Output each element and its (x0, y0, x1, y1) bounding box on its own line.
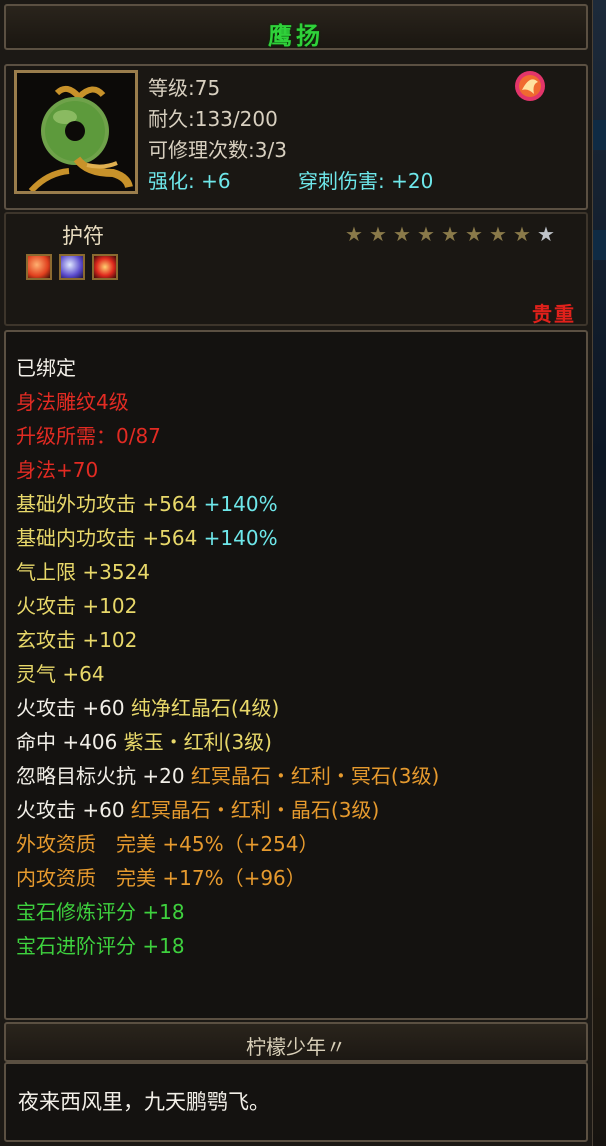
attribute-text: 纯净红晶石(4级) (130, 696, 280, 720)
attribute-text: 红冥晶石・红利・冥石(3级) (190, 764, 440, 788)
rarity-label: 贵重 (532, 302, 576, 326)
star-filled-icon: ★ (345, 222, 363, 246)
attribute-line: 宝石进阶评分 +18 (16, 930, 185, 959)
flame-emblem-icon (515, 71, 545, 101)
gem-socket-list (26, 254, 125, 280)
attribute-panel: 已绑定身法雕纹4级升级所需：0/87 身法+70 基础外功攻击 +564 +140%… (4, 330, 588, 1020)
attribute-text: 灵气 +64 (16, 662, 105, 686)
star-rating: ★ ★ ★ ★ ★ ★ ★ ★ ★ (342, 222, 558, 246)
star-filled-icon: ★ (393, 222, 411, 246)
author-name: 柠檬少年〃 (246, 1035, 346, 1059)
attribute-text: 紫玉・红利(3级) (123, 730, 272, 754)
item-info-panel: 等级:75 耐久:133/200 可修理次数:3/3 强化: +6 穿刺伤害: … (4, 64, 588, 210)
star-filled-icon: ★ (417, 222, 435, 246)
item-description: 夜来西风里，九天鹏鹗飞。 (4, 1062, 588, 1142)
star-empty-icon: ★ (537, 222, 555, 246)
star-filled-icon: ★ (489, 222, 507, 246)
attribute-text: 命中 +406 (16, 730, 124, 754)
attribute-line: 灵气 +64 (16, 658, 105, 687)
attribute-text: 红冥晶石・红利・晶石(3级) (130, 798, 380, 822)
attribute-line: 玄攻击 +102 (16, 624, 137, 653)
author-bar: 柠檬少年〃 (4, 1022, 588, 1062)
attribute-text: 外攻资质 完美 +45%（+254） (16, 832, 319, 856)
star-filled-icon: ★ (441, 222, 459, 246)
attribute-text: 气上限 +3524 (16, 560, 151, 584)
purple-gem-icon[interactable] (59, 254, 85, 280)
attribute-text: 内攻资质 完美 +17%（+96） (16, 866, 306, 890)
attribute-line: 气上限 +3524 (16, 556, 150, 585)
attribute-text: 玄攻击 +102 (16, 628, 138, 652)
attribute-line: 外攻资质 完美 +45%（+254） (16, 828, 319, 857)
pierce-damage-stat: 穿刺伤害: +20 (298, 169, 434, 193)
repair-count-stat: 可修理次数:3/3 (148, 138, 287, 162)
durability-stat: 耐久:133/200 (148, 107, 278, 131)
star-filled-icon: ★ (369, 222, 387, 246)
attribute-line: 火攻击 +102 (16, 590, 137, 619)
attribute-line: 升级所需：0/87 (16, 420, 161, 449)
attribute-text: 宝石进阶评分 +18 (16, 934, 185, 958)
item-tooltip: 鹰扬 等级:75 耐久:133/200 可修理次数:3/3 强化: +6 穿刺伤… (0, 0, 593, 1146)
attribute-text: 身法雕纹4级 (16, 390, 129, 414)
attribute-line: 身法+70 (16, 454, 98, 483)
star-filled-icon: ★ (513, 222, 531, 246)
attribute-text: 基础外功攻击 +564 (16, 492, 204, 516)
attribute-line: 命中 +406 紫玉・红利(3级) (16, 726, 272, 755)
attribute-text: 身法+70 (16, 458, 99, 482)
attribute-line: 火攻击 +60 红冥晶石・红利・晶石(3级) (16, 794, 379, 823)
attribute-text: 基础内功攻击 +564 (16, 526, 204, 550)
star-filled-icon: ★ (465, 222, 483, 246)
attribute-line: 基础内功攻击 +564 +140% (16, 522, 278, 551)
jade-pendant-icon (17, 73, 135, 194)
attribute-text: 已绑定 (16, 356, 76, 380)
attribute-line: 宝石修炼评分 +18 (16, 896, 185, 925)
attribute-text: +140% (203, 526, 278, 550)
red-gem-icon[interactable] (26, 254, 52, 280)
attribute-line: 基础外功攻击 +564 +140% (16, 488, 278, 517)
attribute-line: 已绑定 (16, 352, 76, 381)
attribute-text: 宝石修炼评分 +18 (16, 900, 185, 924)
enhance-stat: 强化: +6 (148, 169, 231, 193)
attribute-text: 忽略目标火抗 +20 (16, 764, 191, 788)
attribute-text: 火攻击 +102 (16, 594, 138, 618)
attribute-line: 火攻击 +60 纯净红晶石(4级) (16, 692, 279, 721)
background-scene-strip (593, 0, 606, 1146)
title-bar: 鹰扬 (4, 4, 588, 50)
item-slot[interactable] (14, 70, 138, 194)
red-swirl-gem-icon[interactable] (92, 254, 118, 280)
attribute-text: 火攻击 +60 (16, 696, 131, 720)
level-stat: 等级:75 (148, 76, 221, 100)
description-text: 夜来西风里，九天鹏鹗飞。 (18, 1090, 270, 1114)
attribute-text: 升级所需：0/87 (16, 424, 161, 448)
attribute-line: 内攻资质 完美 +17%（+96） (16, 862, 306, 891)
attribute-text: 火攻击 +60 (16, 798, 131, 822)
attribute-line: 忽略目标火抗 +20 红冥晶石・红利・冥石(3级) (16, 760, 439, 789)
attribute-text: +140% (203, 492, 278, 516)
item-type-panel: 护符 ★ ★ ★ ★ ★ ★ ★ ★ ★ 贵重 (4, 212, 588, 326)
item-name: 鹰扬 (268, 22, 324, 50)
attribute-line: 身法雕纹4级 (16, 386, 129, 415)
item-type: 护符 (62, 224, 104, 248)
